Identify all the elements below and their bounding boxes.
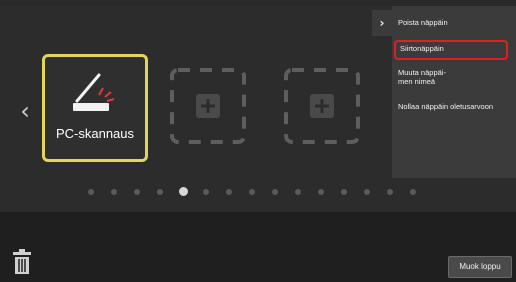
menu-item-move-key[interactable]: Siirtonäppäin <box>394 40 508 60</box>
page-dot <box>387 189 393 195</box>
page-dot <box>341 189 347 195</box>
scanner-icon <box>73 73 115 111</box>
previous-page-arrow[interactable]: ‹ <box>14 96 36 126</box>
page-dot <box>364 189 370 195</box>
page-dot <box>134 189 140 195</box>
bottom-bar <box>0 212 516 282</box>
menu-item-delete-key[interactable]: Poista näppäin <box>398 18 510 27</box>
page-dot <box>157 189 163 195</box>
add-icon <box>284 68 360 144</box>
page-dot <box>318 189 324 195</box>
page-dot <box>249 189 255 195</box>
empty-slot-tile[interactable] <box>168 54 274 162</box>
page-dot <box>272 189 278 195</box>
chevron-right-icon[interactable]: › <box>372 10 392 36</box>
page-dot <box>203 189 209 195</box>
page-dot <box>88 189 94 195</box>
trash-icon[interactable] <box>12 248 32 276</box>
page-dot <box>111 189 117 195</box>
context-menu: Poista näppäin Siirtonäppäin Muuta näppä… <box>392 6 516 178</box>
pc-scan-tile[interactable]: PC-skannaus <box>42 54 148 162</box>
page-dot <box>295 189 301 195</box>
finish-editing-button[interactable]: Muok loppu <box>448 256 512 278</box>
empty-slot-tile[interactable] <box>282 54 388 162</box>
menu-item-rename-key[interactable]: Muuta näppäi- men nimeä <box>398 68 510 86</box>
menu-item-reset-key[interactable]: Nollaa näppäin oletusarvoon <box>398 102 510 111</box>
page-dot <box>410 189 416 195</box>
pc-scan-label: PC-skannaus <box>55 126 135 141</box>
page-dot <box>226 189 232 195</box>
page-dot-active <box>179 187 188 196</box>
add-icon <box>170 68 246 144</box>
